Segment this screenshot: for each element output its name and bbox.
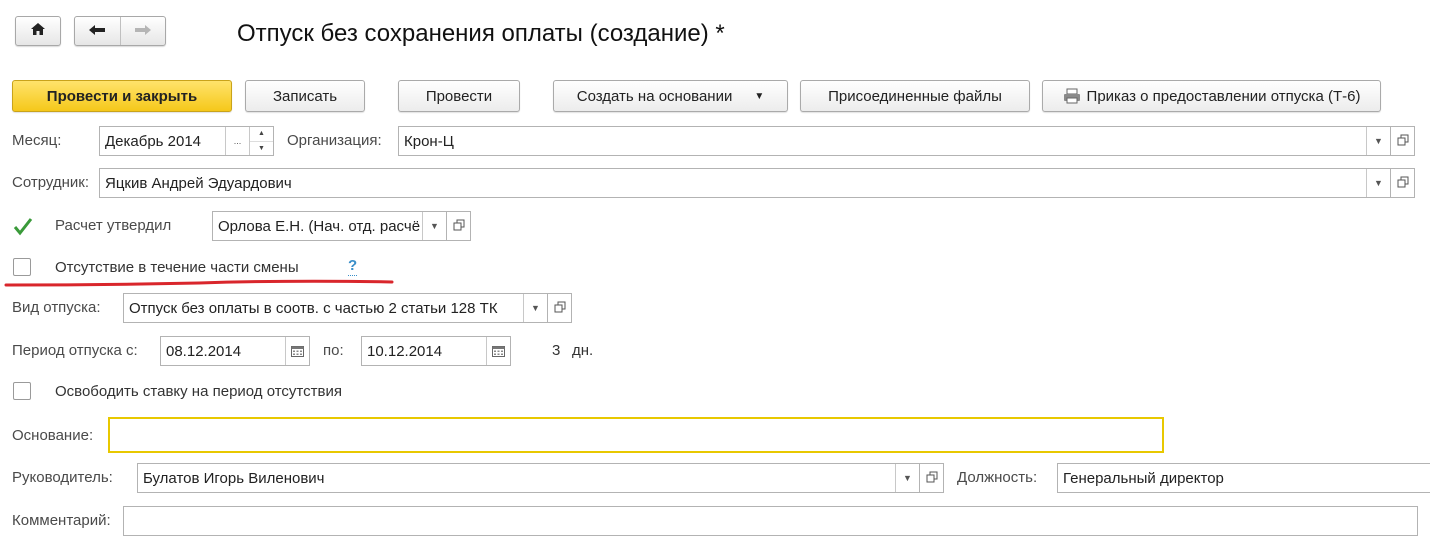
dropdown-icon[interactable]: ▼	[1366, 169, 1390, 197]
employee-value: Яцкив Андрей Эдуардович	[105, 174, 292, 192]
manager-value: Булатов Игорь Виленович	[143, 469, 325, 487]
period-to-field[interactable]: 10.12.2014	[361, 336, 511, 366]
stepper-up-icon[interactable]: ▲	[250, 127, 273, 142]
position-field[interactable]: Генеральный директор	[1057, 463, 1430, 493]
dropdown-icon[interactable]: ▼	[1366, 127, 1390, 155]
comment-input[interactable]	[123, 506, 1418, 536]
period-days-count: 3	[552, 342, 561, 359]
open-window-icon	[1397, 175, 1409, 192]
organization-label: Организация:	[287, 132, 382, 149]
calc-approved-checkbox[interactable]	[12, 216, 34, 238]
dropdown-icon[interactable]: ▼	[895, 464, 919, 492]
release-rate-checkbox[interactable]	[13, 382, 31, 400]
comment-label: Комментарий:	[12, 512, 111, 529]
open-window-icon	[1397, 133, 1409, 150]
month-field[interactable]: Декабрь 2014 ... ▲ ▼	[99, 126, 274, 156]
manager-field[interactable]: Булатов Игорь Виленович ▼	[137, 463, 920, 493]
printer-icon	[1063, 88, 1081, 104]
position-value: Генеральный директор	[1063, 469, 1224, 487]
open-approver-button[interactable]	[447, 211, 471, 241]
leave-type-value: Отпуск без оплаты в соотв. с частью 2 ст…	[129, 299, 498, 317]
print-order-button[interactable]: Приказ о предоставлении отпуска (Т-6)	[1042, 80, 1381, 112]
dropdown-icon[interactable]: ▼	[523, 294, 547, 322]
leave-type-label: Вид отпуска:	[12, 299, 101, 316]
open-employee-button[interactable]	[1391, 168, 1415, 198]
create-based-on-button[interactable]: Создать на основании ▼	[553, 80, 788, 112]
position-label: Должность:	[957, 469, 1038, 486]
period-to-value: 10.12.2014	[367, 342, 443, 360]
page-title: Отпуск без сохранения оплаты (создание) …	[237, 20, 725, 47]
basis-label: Основание:	[12, 427, 94, 444]
save-button[interactable]: Записать	[245, 80, 365, 112]
post-button[interactable]: Провести	[398, 80, 520, 112]
open-organization-button[interactable]	[1391, 126, 1415, 156]
period-days-unit: дн.	[572, 342, 594, 359]
dropdown-icon[interactable]: ▼	[422, 212, 446, 240]
home-button[interactable]	[15, 16, 61, 46]
stepper-down-icon[interactable]: ▼	[250, 142, 273, 156]
month-stepper[interactable]: ▲ ▼	[249, 127, 273, 155]
open-window-icon	[453, 218, 465, 235]
period-from-value: 08.12.2014	[166, 342, 242, 360]
month-value: Декабрь 2014	[105, 132, 202, 150]
open-window-icon	[554, 300, 566, 317]
organization-value: Крон-Ц	[404, 132, 454, 150]
period-from-field[interactable]: 08.12.2014	[160, 336, 310, 366]
employee-field[interactable]: Яцкив Андрей Эдуардович ▼	[99, 168, 1391, 198]
calendar-icon[interactable]	[285, 337, 309, 365]
print-order-label: Приказ о предоставлении отпуска (Т-6)	[1086, 87, 1361, 105]
partial-absence-checkbox[interactable]	[13, 258, 31, 276]
employee-label: Сотрудник:	[12, 174, 90, 191]
arrow-left-icon	[88, 23, 106, 40]
manager-label: Руководитель:	[12, 469, 113, 486]
month-choose-button[interactable]: ...	[225, 127, 249, 155]
calc-approved-value: Орлова Е.Н. (Нач. отд. расчё	[218, 217, 421, 235]
history-nav	[74, 16, 166, 46]
post-and-close-button[interactable]: Провести и закрыть	[12, 80, 232, 112]
back-button[interactable]	[75, 17, 121, 45]
leave-type-field[interactable]: Отпуск без оплаты в соотв. с частью 2 ст…	[123, 293, 548, 323]
release-rate-label: Освободить ставку на период отсутствия	[55, 383, 342, 400]
comment-value	[124, 507, 1417, 535]
calc-approved-label: Расчет утвердил	[55, 217, 172, 234]
open-manager-button[interactable]	[920, 463, 944, 493]
home-icon	[30, 22, 46, 40]
chevron-down-icon: ▼	[754, 90, 765, 102]
open-leave-type-button[interactable]	[548, 293, 572, 323]
month-label: Месяц:	[12, 132, 62, 149]
period-to-label: по:	[323, 342, 344, 359]
attached-files-button[interactable]: Присоединенные файлы	[800, 80, 1030, 112]
organization-field[interactable]: Крон-Ц ▼	[398, 126, 1391, 156]
checkmark-icon	[12, 218, 34, 242]
help-link[interactable]: ?	[348, 257, 358, 276]
period-from-label: Период отпуска с:	[12, 342, 138, 359]
calc-approved-field[interactable]: Орлова Е.Н. (Нач. отд. расчё ▼	[212, 211, 447, 241]
open-window-icon	[926, 470, 938, 487]
create-based-on-label: Создать на основании	[576, 87, 733, 105]
partial-absence-label: Отсутствие в течение части смены	[55, 259, 299, 276]
basis-input[interactable]	[108, 417, 1164, 453]
arrow-right-icon	[134, 23, 152, 40]
basis-value	[110, 419, 1162, 451]
forward-button[interactable]	[121, 17, 166, 45]
calendar-icon[interactable]	[486, 337, 510, 365]
